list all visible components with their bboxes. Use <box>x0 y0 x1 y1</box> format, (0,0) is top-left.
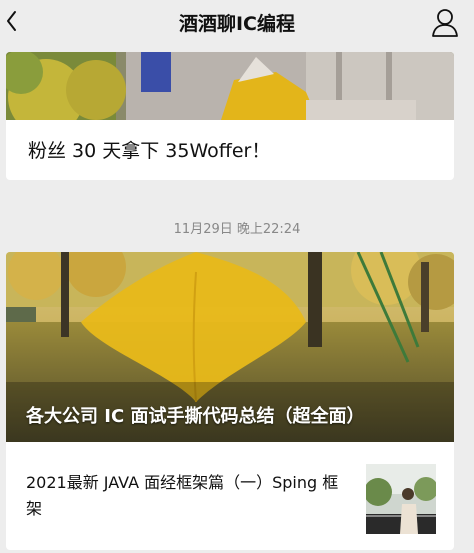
top-bar: 酒酒聊IC编程 <box>0 0 474 44</box>
person-icon <box>432 9 458 37</box>
article-card-feature[interactable]: 各大公司 IC 面试手撕代码总结（超全面） 2021最新 JAVA 面经框架篇（… <box>6 252 454 550</box>
profile-button[interactable] <box>428 6 462 38</box>
message-timestamp: 11月29日 晚上22:24 <box>173 222 301 237</box>
sub-article-title[interactable]: 2021最新 JAVA 面经框架篇（一）Sping 框架 <box>26 470 351 522</box>
page-title: 酒酒聊IC编程 <box>178 13 295 35</box>
sub-article-thumbnail <box>366 464 436 534</box>
article-card[interactable]: 粉丝 30 天拿下 35Woffer！ <box>6 52 454 180</box>
feature-headline: 各大公司 IC 面试手撕代码总结（超全面） <box>26 406 365 427</box>
article-title: 粉丝 30 天拿下 35Woffer！ <box>28 140 271 162</box>
article-thumbnail <box>6 52 454 120</box>
